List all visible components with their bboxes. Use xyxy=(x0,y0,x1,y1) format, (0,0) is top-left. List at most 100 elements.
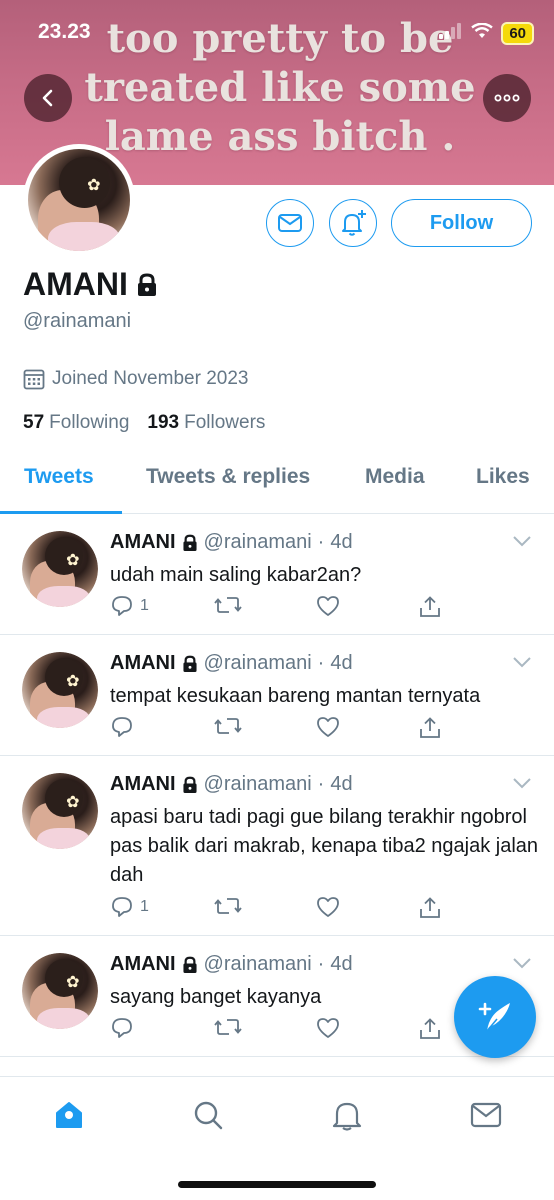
home-icon xyxy=(56,1102,82,1128)
profile-avatar[interactable]: ✿ xyxy=(23,144,135,256)
heart-icon xyxy=(317,897,339,917)
compose-tweet-button[interactable] xyxy=(454,976,536,1058)
tweet-actions: 1 xyxy=(110,595,450,625)
retweet-button[interactable] xyxy=(214,595,242,615)
tweet-author-name: AMANI xyxy=(110,773,176,795)
tab-tweets[interactable]: Tweets xyxy=(24,465,94,489)
reply-icon xyxy=(112,1018,132,1038)
home-indicator xyxy=(178,1181,376,1188)
like-button[interactable] xyxy=(316,896,340,918)
tweet-header: AMANI @rainamani · 4d xyxy=(110,652,353,674)
lock-icon xyxy=(183,776,197,793)
chevron-down-icon[interactable] xyxy=(512,957,532,969)
wifi-icon xyxy=(471,22,494,44)
retweet-icon xyxy=(214,718,242,734)
share-icon xyxy=(420,897,440,918)
lock-icon xyxy=(183,956,197,973)
followers-link[interactable]: 193 Followers xyxy=(147,412,265,434)
like-button[interactable] xyxy=(316,1017,340,1039)
profile-handle: @rainamani xyxy=(23,310,132,332)
share-button[interactable] xyxy=(418,1017,442,1041)
bell-plus-icon xyxy=(342,210,366,236)
share-icon xyxy=(420,1018,440,1039)
like-button[interactable] xyxy=(316,595,340,617)
chevron-down-icon[interactable] xyxy=(512,535,532,547)
chevron-down-icon[interactable] xyxy=(512,777,532,789)
envelope-icon xyxy=(278,214,302,232)
tweet-item[interactable]: ✿ AMANI @rainamani · 4d tempat kesukaan ba… xyxy=(0,636,554,756)
retweet-icon xyxy=(214,1019,242,1035)
share-icon xyxy=(420,596,440,617)
nav-search[interactable] xyxy=(190,1097,226,1133)
following-link[interactable]: 57 Following xyxy=(23,412,129,434)
tweet-time: 4d xyxy=(330,652,353,674)
tweet-time: 4d xyxy=(330,531,353,553)
reply-button[interactable] xyxy=(110,716,140,738)
avatar-image: ✿ xyxy=(28,149,130,251)
tab-likes[interactable]: Likes xyxy=(476,465,530,489)
join-date: Joined November 2023 xyxy=(23,368,248,390)
tweet-header: AMANI @rainamani · 4d xyxy=(110,531,353,553)
lock-icon xyxy=(183,655,197,672)
reply-icon xyxy=(112,897,132,917)
status-indicators: 60 xyxy=(439,22,534,45)
followers-label: Followers xyxy=(184,412,266,433)
retweet-button[interactable] xyxy=(214,896,242,916)
tweet-avatar[interactable]: ✿ xyxy=(22,773,98,849)
tweet-avatar[interactable]: ✿ xyxy=(22,531,98,607)
profile-tabs: Tweets Tweets & replies Media Likes xyxy=(0,452,554,514)
tweet-actions xyxy=(110,716,450,746)
chevron-down-icon[interactable] xyxy=(512,656,532,668)
tweet-time: 4d xyxy=(330,773,353,795)
nav-messages[interactable] xyxy=(468,1097,504,1133)
tab-tweets-replies[interactable]: Tweets & replies xyxy=(146,465,310,489)
share-button[interactable] xyxy=(418,896,442,920)
tweet-item[interactable]: ✿ AMANI @rainamani · 4d apasi baru tadi pa… xyxy=(0,757,554,936)
nav-home[interactable] xyxy=(51,1097,87,1133)
tab-media[interactable]: Media xyxy=(365,465,425,489)
nav-notifications[interactable] xyxy=(329,1097,365,1133)
status-time: 23.23 xyxy=(38,20,91,43)
chevron-left-icon xyxy=(42,89,53,107)
more-icon xyxy=(494,94,520,102)
share-button[interactable] xyxy=(418,595,442,619)
tweet-header: AMANI @rainamani · 4d xyxy=(110,953,353,975)
back-button[interactable] xyxy=(24,74,72,122)
tweet-actions xyxy=(110,1017,450,1047)
heart-icon xyxy=(317,596,339,616)
retweet-button[interactable] xyxy=(214,716,242,736)
reply-count: 1 xyxy=(140,597,149,614)
tweet-text: tempat kesukaan bareng mantan ternyata xyxy=(110,685,481,707)
retweet-icon xyxy=(214,597,242,613)
active-tab-indicator xyxy=(0,511,122,514)
share-button[interactable] xyxy=(418,716,442,740)
following-label: Following xyxy=(49,412,130,433)
tweet-avatar[interactable]: ✿ xyxy=(22,953,98,1029)
reply-icon xyxy=(112,717,132,737)
followers-count: 193 xyxy=(147,412,180,433)
tweet-time: 4d xyxy=(330,953,353,975)
tweet-author-handle: @rainamani xyxy=(203,953,312,975)
tweet-author-handle: @rainamani xyxy=(203,652,312,674)
retweet-icon xyxy=(214,898,242,914)
status-bar: 23.23 60 xyxy=(0,0,554,60)
like-button[interactable] xyxy=(316,716,340,738)
tweet-author-name: AMANI xyxy=(110,953,176,975)
reply-button[interactable]: 1 xyxy=(110,896,149,918)
tweet-actions: 1 xyxy=(110,896,450,926)
battery-indicator: 60 xyxy=(501,22,534,45)
reply-button[interactable] xyxy=(110,1017,140,1039)
follow-button[interactable]: Follow xyxy=(391,199,532,247)
flower-icon: ✿ xyxy=(87,176,101,194)
more-button[interactable] xyxy=(483,74,531,122)
notify-button[interactable] xyxy=(329,199,377,247)
reply-icon xyxy=(112,596,132,616)
tweet-avatar[interactable]: ✿ xyxy=(22,652,98,728)
tweet-author-handle: @rainamani xyxy=(203,773,312,795)
message-button[interactable] xyxy=(266,199,314,247)
reply-button[interactable]: 1 xyxy=(110,595,149,617)
search-icon xyxy=(194,1101,223,1130)
display-name: AMANI xyxy=(23,266,158,303)
retweet-button[interactable] xyxy=(214,1017,242,1037)
tweet-item[interactable]: ✿ AMANI @rainamani · 4d udah main saling k… xyxy=(0,515,554,635)
